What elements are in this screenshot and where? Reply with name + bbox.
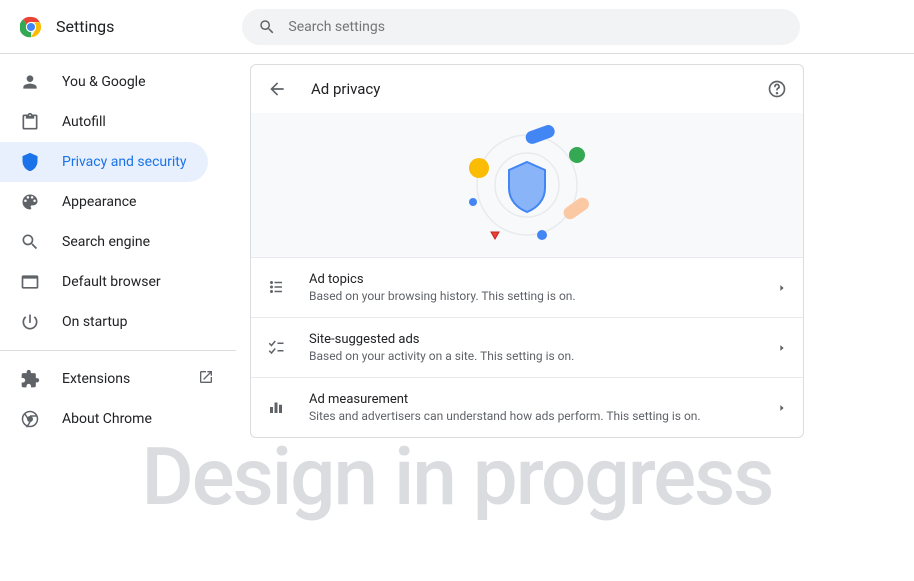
row-title: Ad measurement — [309, 392, 777, 407]
sidebar-label: Appearance — [62, 194, 136, 210]
app-title: Settings — [56, 17, 114, 36]
sidebar-label: You & Google — [62, 74, 146, 90]
main-content: Ad privacy — [236, 54, 914, 439]
sidebar-item-extensions[interactable]: Extensions — [0, 359, 228, 399]
sidebar-label: Default browser — [62, 274, 161, 290]
settings-card: Ad privacy — [250, 64, 804, 438]
sidebar-item-search-engine[interactable]: Search engine — [0, 222, 208, 262]
sidebar-item-autofill[interactable]: Autofill — [0, 102, 208, 142]
watermark-text: Design in progress — [0, 430, 914, 524]
puzzle-icon — [20, 369, 40, 389]
page-title: Ad privacy — [311, 80, 380, 98]
search-icon — [20, 232, 40, 252]
row-ad-topics[interactable]: Ad topics Based on your browsing history… — [251, 257, 803, 317]
row-site-suggested[interactable]: Site-suggested ads Based on your activit… — [251, 317, 803, 377]
row-text: Ad topics Based on your browsing history… — [309, 272, 777, 303]
sidebar-item-startup[interactable]: On startup — [0, 302, 208, 342]
row-desc: Sites and advertisers can understand how… — [309, 409, 777, 423]
sidebar-label: About Chrome — [62, 411, 152, 427]
row-ad-measurement[interactable]: Ad measurement Sites and advertisers can… — [251, 377, 803, 437]
sidebar-label: Extensions — [62, 371, 130, 387]
row-text: Site-suggested ads Based on your activit… — [309, 332, 777, 363]
sidebar: You & Google Autofill Privacy and securi… — [0, 54, 236, 439]
chevron-right-icon — [777, 278, 787, 297]
search-box[interactable] — [242, 9, 800, 45]
topics-icon — [267, 278, 287, 298]
sidebar-item-about[interactable]: About Chrome — [0, 399, 208, 439]
sidebar-item-appearance[interactable]: Appearance — [0, 182, 208, 222]
hero-illustration — [251, 113, 803, 257]
chevron-right-icon — [777, 398, 787, 417]
power-icon — [20, 312, 40, 332]
sidebar-label: Search engine — [62, 234, 150, 250]
row-title: Site-suggested ads — [309, 332, 777, 347]
row-desc: Based on your activity on a site. This s… — [309, 349, 777, 363]
chevron-right-icon — [777, 338, 787, 357]
shield-icon — [20, 152, 40, 172]
sidebar-label: Privacy and security — [62, 154, 186, 170]
search-input[interactable] — [288, 19, 784, 35]
row-desc: Based on your browsing history. This set… — [309, 289, 777, 303]
sidebar-item-privacy[interactable]: Privacy and security — [0, 142, 208, 182]
search-icon — [258, 18, 276, 36]
person-icon — [20, 72, 40, 92]
sidebar-item-you-google[interactable]: You & Google — [0, 62, 208, 102]
bar-chart-icon — [267, 398, 287, 418]
checklist-icon — [267, 338, 287, 358]
row-title: Ad topics — [309, 272, 777, 287]
browser-icon — [20, 272, 40, 292]
chrome-logo-icon — [20, 16, 42, 38]
open-in-new-icon — [198, 369, 214, 389]
chrome-icon — [20, 409, 40, 429]
sidebar-label: Autofill — [62, 114, 106, 130]
back-arrow-icon[interactable] — [267, 79, 287, 99]
sidebar-item-default-browser[interactable]: Default browser — [0, 262, 208, 302]
help-icon[interactable] — [767, 79, 787, 99]
palette-icon — [20, 192, 40, 212]
clipboard-icon — [20, 112, 40, 132]
divider — [0, 350, 236, 351]
row-text: Ad measurement Sites and advertisers can… — [309, 392, 777, 423]
card-header: Ad privacy — [251, 65, 803, 113]
top-bar: Settings — [0, 0, 914, 54]
sidebar-label: On startup — [62, 314, 128, 330]
